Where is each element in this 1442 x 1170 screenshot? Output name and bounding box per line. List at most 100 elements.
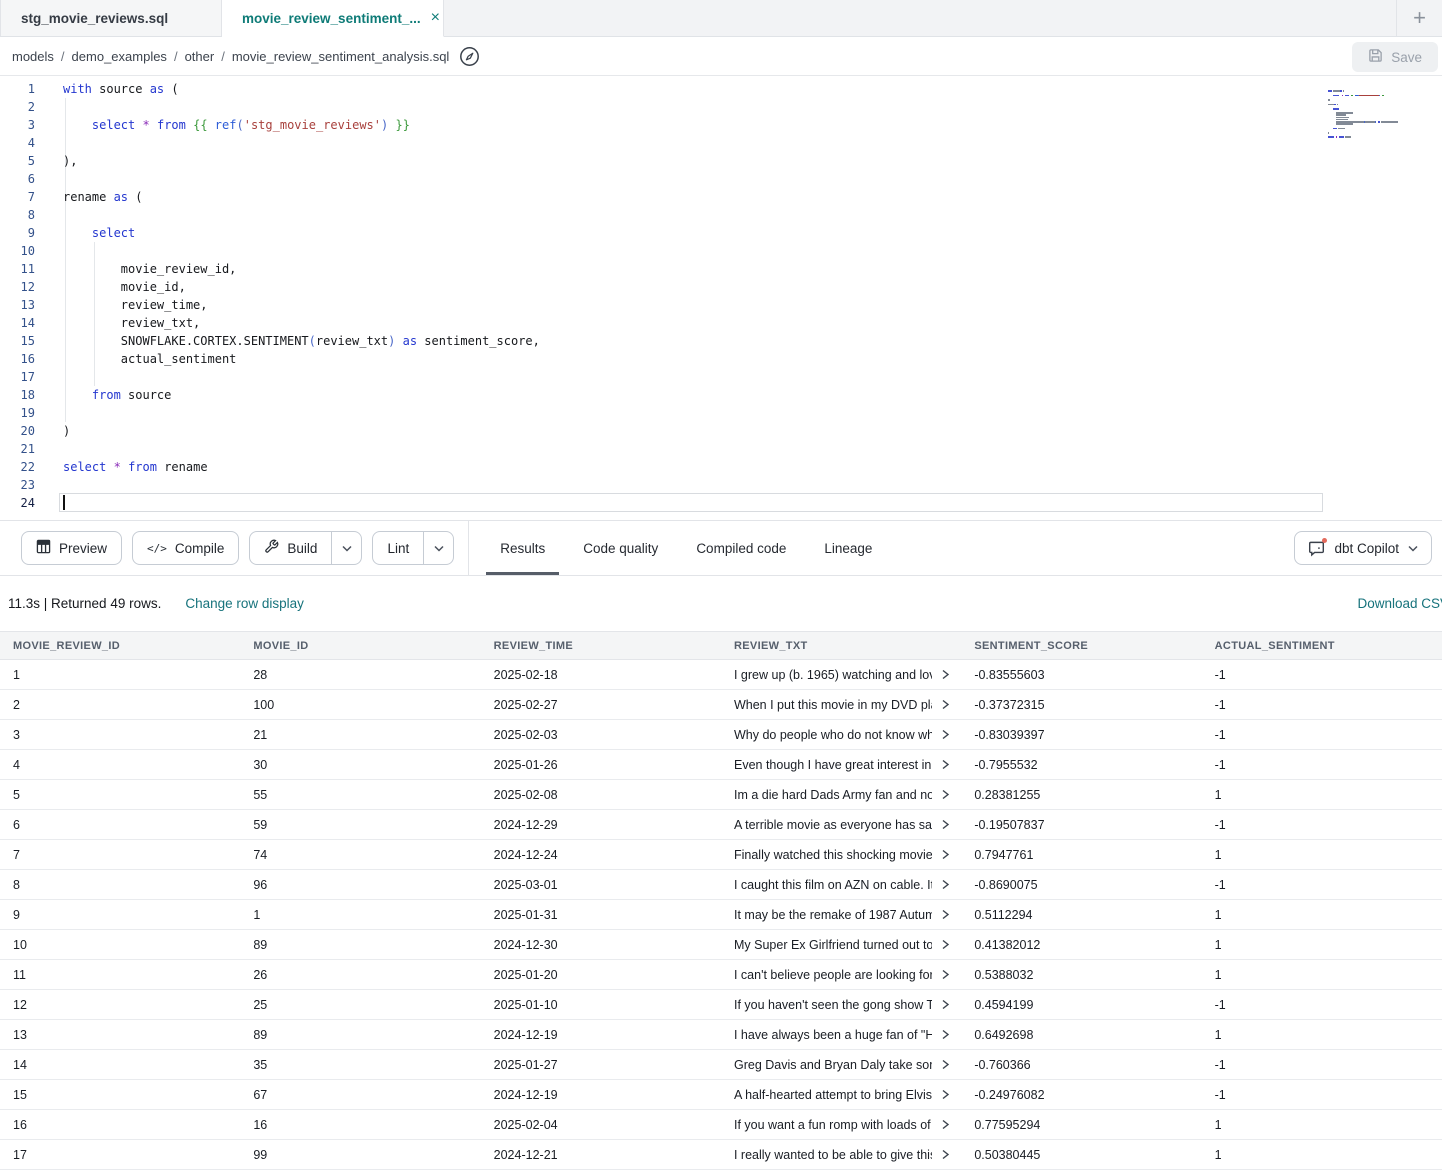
table-row[interactable]: 7742024-12-24Finally watched this shocki… <box>0 840 1442 870</box>
table-row[interactable]: 3212025-02-03Why do people who do not kn… <box>0 720 1442 750</box>
line-number: 18 <box>0 386 44 404</box>
minimap[interactable] <box>1328 83 1404 136</box>
table-row[interactable]: 1282025-02-18I grew up (b. 1965) watchin… <box>0 660 1442 690</box>
table-row[interactable]: 11262025-01-20I can't believe people are… <box>0 960 1442 990</box>
tab-lineage[interactable]: Lineage <box>810 521 886 575</box>
table-row[interactable]: 13892024-12-19I have always been a huge … <box>0 1020 1442 1050</box>
expand-review-icon[interactable] <box>941 789 950 800</box>
lint-button[interactable]: Lint <box>373 532 423 564</box>
compile-label: Compile <box>175 541 225 556</box>
table-cell: 6 <box>0 818 240 832</box>
review-text-cell: I caught this film on AZN on cable. It s… <box>721 878 961 892</box>
table-cell: -1 <box>1202 1058 1442 1072</box>
tab-movie-review-sentiment[interactable]: movie_review_sentiment_... × <box>222 0 444 37</box>
code-line <box>63 404 540 422</box>
dbt-copilot-button[interactable]: dbt Copilot <box>1294 531 1432 565</box>
sparkle-dot <box>1322 538 1327 543</box>
build-dropdown-button[interactable] <box>331 532 361 564</box>
breadcrumb-segment[interactable]: models <box>12 49 54 64</box>
build-button[interactable]: Build <box>250 532 331 564</box>
review-text: I caught this film on AZN on cable. It s… <box>734 878 932 892</box>
table-cell: 0.5112294 <box>961 908 1201 922</box>
review-text: My Super Ex Girlfriend turned out to b… <box>734 938 932 952</box>
table-cell: 0.4594199 <box>961 998 1201 1012</box>
expand-review-icon[interactable] <box>941 1029 950 1040</box>
column-header[interactable]: MOVIE_REVIEW_ID <box>0 640 240 652</box>
expand-review-icon[interactable] <box>941 1149 950 1160</box>
tab-code-quality[interactable]: Code quality <box>569 521 672 575</box>
expand-review-icon[interactable] <box>941 699 950 710</box>
column-header[interactable]: MOVIE_ID <box>240 640 480 652</box>
line-number: 23 <box>0 476 44 494</box>
column-header[interactable]: ACTUAL_SENTIMENT <box>1202 640 1442 652</box>
review-text-cell: Even though I have great interest in Bi… <box>721 758 961 772</box>
code-line <box>63 134 540 152</box>
build-label: Build <box>287 541 317 556</box>
expand-review-icon[interactable] <box>941 939 950 950</box>
copilot-chat-icon <box>1308 540 1325 557</box>
lint-dropdown-button[interactable] <box>423 532 453 564</box>
table-cell: 0.7947761 <box>961 848 1201 862</box>
expand-review-icon[interactable] <box>941 999 950 1010</box>
review-text: A half-hearted attempt to bring Elvis P… <box>734 1088 932 1102</box>
expand-review-icon[interactable] <box>941 1119 950 1130</box>
table-cell: 2024-12-30 <box>481 938 721 952</box>
chevron-down-icon <box>434 545 444 552</box>
table-row[interactable]: 8962025-03-01I caught this film on AZN o… <box>0 870 1442 900</box>
table-cell: 9 <box>0 908 240 922</box>
expand-review-icon[interactable] <box>941 669 950 680</box>
column-header[interactable]: SENTIMENT_SCORE <box>961 640 1201 652</box>
copilot-circle-icon[interactable] <box>459 46 480 67</box>
tab-compiled-code[interactable]: Compiled code <box>682 521 800 575</box>
table-row[interactable]: 14352025-01-27Greg Davis and Bryan Daly … <box>0 1050 1442 1080</box>
table-row[interactable]: 16162025-02-04If you want a fun romp wit… <box>0 1110 1442 1140</box>
chevron-down-icon <box>1408 545 1418 552</box>
preview-button[interactable]: Preview <box>21 531 122 565</box>
expand-review-icon[interactable] <box>941 1089 950 1100</box>
table-cell: 3 <box>0 728 240 742</box>
table-row[interactable]: 6592024-12-29A terrible movie as everyon… <box>0 810 1442 840</box>
table-row[interactable]: 4302025-01-26Even though I have great in… <box>0 750 1442 780</box>
column-header[interactable]: REVIEW_TXT <box>721 640 961 652</box>
expand-review-icon[interactable] <box>941 1059 950 1070</box>
breadcrumb-segment[interactable]: other <box>185 49 215 64</box>
expand-review-icon[interactable] <box>941 849 950 860</box>
close-icon[interactable]: × <box>431 10 440 26</box>
table-cell: 2025-02-08 <box>481 788 721 802</box>
review-text: Why do people who do not know what… <box>734 728 932 742</box>
tab-results[interactable]: Results <box>486 521 559 575</box>
table-row[interactable]: 21002025-02-27When I put this movie in m… <box>0 690 1442 720</box>
column-header[interactable]: REVIEW_TIME <box>481 640 721 652</box>
change-row-display-link[interactable]: Change row display <box>185 596 304 611</box>
table-cell: 35 <box>240 1058 480 1072</box>
table-cell: 26 <box>240 968 480 982</box>
compile-button[interactable]: </> Compile <box>132 531 239 565</box>
table-row[interactable]: 5552025-02-08Im a die hard Dads Army fan… <box>0 780 1442 810</box>
review-text-cell: A half-hearted attempt to bring Elvis P… <box>721 1088 961 1102</box>
table-cell: 2024-12-21 <box>481 1148 721 1162</box>
code-line: with source as ( <box>63 80 540 98</box>
table-row[interactable]: 912025-01-31It may be the remake of 1987… <box>0 900 1442 930</box>
new-tab-button[interactable]: + <box>1396 0 1442 36</box>
download-csv-link[interactable]: Download CSV <box>1357 596 1442 611</box>
table-row[interactable]: 12252025-01-10If you haven't seen the go… <box>0 990 1442 1020</box>
expand-review-icon[interactable] <box>941 879 950 890</box>
expand-review-icon[interactable] <box>941 759 950 770</box>
review-text: Im a die hard Dads Army fan and nothi… <box>734 788 932 802</box>
breadcrumb-segment[interactable]: movie_review_sentiment_analysis.sql <box>232 49 450 64</box>
table-row[interactable]: 10892024-12-30My Super Ex Girlfriend tur… <box>0 930 1442 960</box>
expand-review-icon[interactable] <box>941 909 950 920</box>
table-cell: -0.760366 <box>961 1058 1201 1072</box>
breadcrumb-segment[interactable]: demo_examples <box>72 49 167 64</box>
code-line: ), <box>63 152 540 170</box>
table-cell: 0.5388032 <box>961 968 1201 982</box>
expand-review-icon[interactable] <box>941 819 950 830</box>
table-row[interactable]: 15672024-12-19A half-hearted attempt to … <box>0 1080 1442 1110</box>
table-cell: 1 <box>1202 968 1442 982</box>
table-cell: 10 <box>0 938 240 952</box>
expand-review-icon[interactable] <box>941 729 950 740</box>
code-editor[interactable]: 123456789101112131415161718192021222324 … <box>0 76 1442 520</box>
save-button[interactable]: Save <box>1352 42 1438 72</box>
tab-stg-movie-reviews[interactable]: stg_movie_reviews.sql <box>0 0 222 36</box>
expand-review-icon[interactable] <box>941 969 950 980</box>
